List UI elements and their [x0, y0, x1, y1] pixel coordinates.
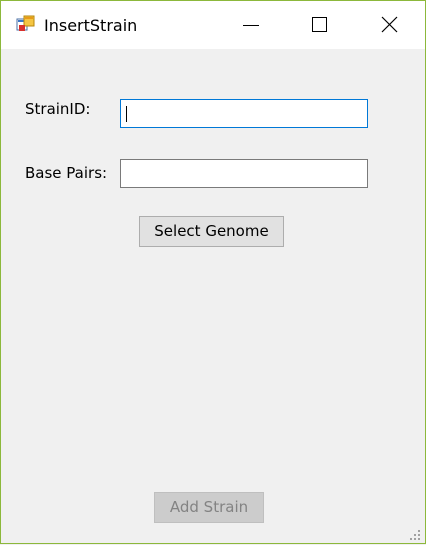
close-icon [381, 16, 398, 33]
close-button[interactable] [367, 1, 413, 49]
text-caret [126, 106, 127, 122]
strain-id-label: StrainID: [25, 100, 91, 118]
base-pairs-label: Base Pairs: [25, 164, 108, 182]
title-bar[interactable]: InsertStrain [1, 1, 425, 49]
select-genome-button[interactable]: Select Genome [139, 216, 284, 247]
window-title: InsertStrain [44, 16, 138, 35]
resize-grip-icon[interactable] [409, 527, 421, 540]
base-pairs-input[interactable] [120, 159, 368, 188]
maximize-button[interactable] [297, 1, 343, 49]
add-strain-button[interactable]: Add Strain [154, 492, 264, 523]
minimize-button[interactable] [229, 1, 275, 49]
strain-id-input[interactable] [120, 99, 368, 128]
app-window-icon [16, 15, 36, 35]
minimize-icon [243, 25, 259, 26]
insert-strain-window: InsertStrain StrainID: Base Pairs: Selec… [0, 0, 426, 544]
maximize-icon [312, 17, 327, 32]
